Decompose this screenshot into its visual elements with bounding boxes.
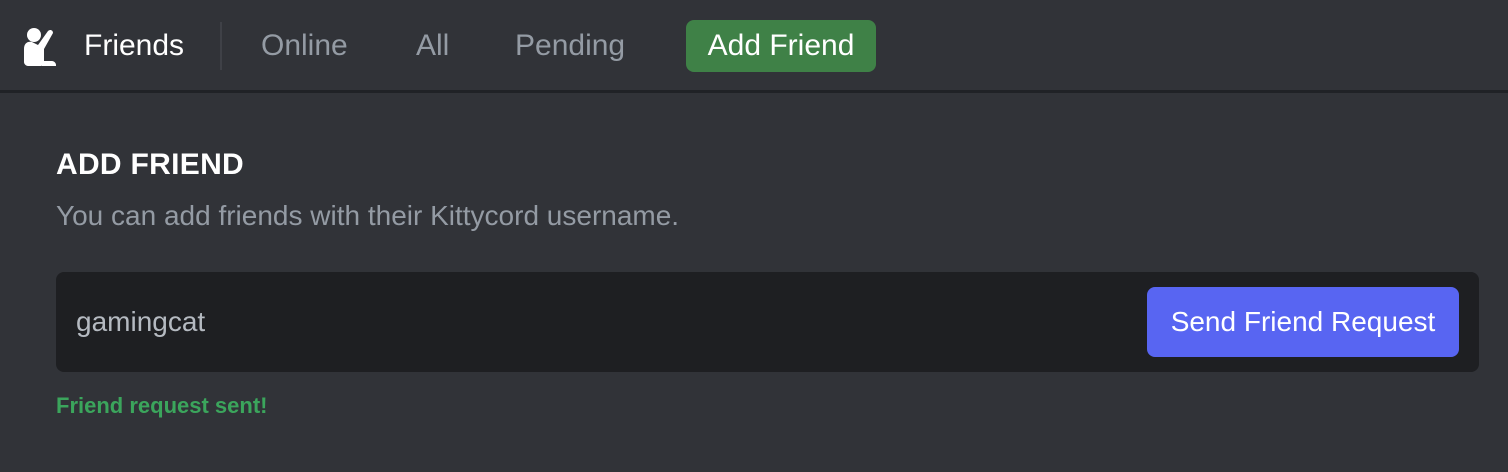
send-friend-request-button[interactable]: Send Friend Request xyxy=(1147,287,1459,357)
tab-pending[interactable]: Pending xyxy=(515,28,625,64)
add-friend-heading: ADD FRIEND xyxy=(56,148,244,181)
friends-header: Friends Online All Pending Add Friend xyxy=(0,0,1508,93)
friends-waving-icon xyxy=(24,28,56,67)
tab-add-friend[interactable]: Add Friend xyxy=(686,20,876,72)
tab-all[interactable]: All xyxy=(416,28,449,64)
header-divider xyxy=(220,22,222,70)
success-message: Friend request sent! xyxy=(56,393,268,418)
tab-online[interactable]: Online xyxy=(261,28,348,64)
username-input[interactable] xyxy=(76,302,1116,342)
add-friend-description: You can add friends with their Kittycord… xyxy=(56,200,680,231)
friends-title: Friends xyxy=(84,29,185,62)
add-friend-form: Send Friend Request xyxy=(56,272,1479,372)
